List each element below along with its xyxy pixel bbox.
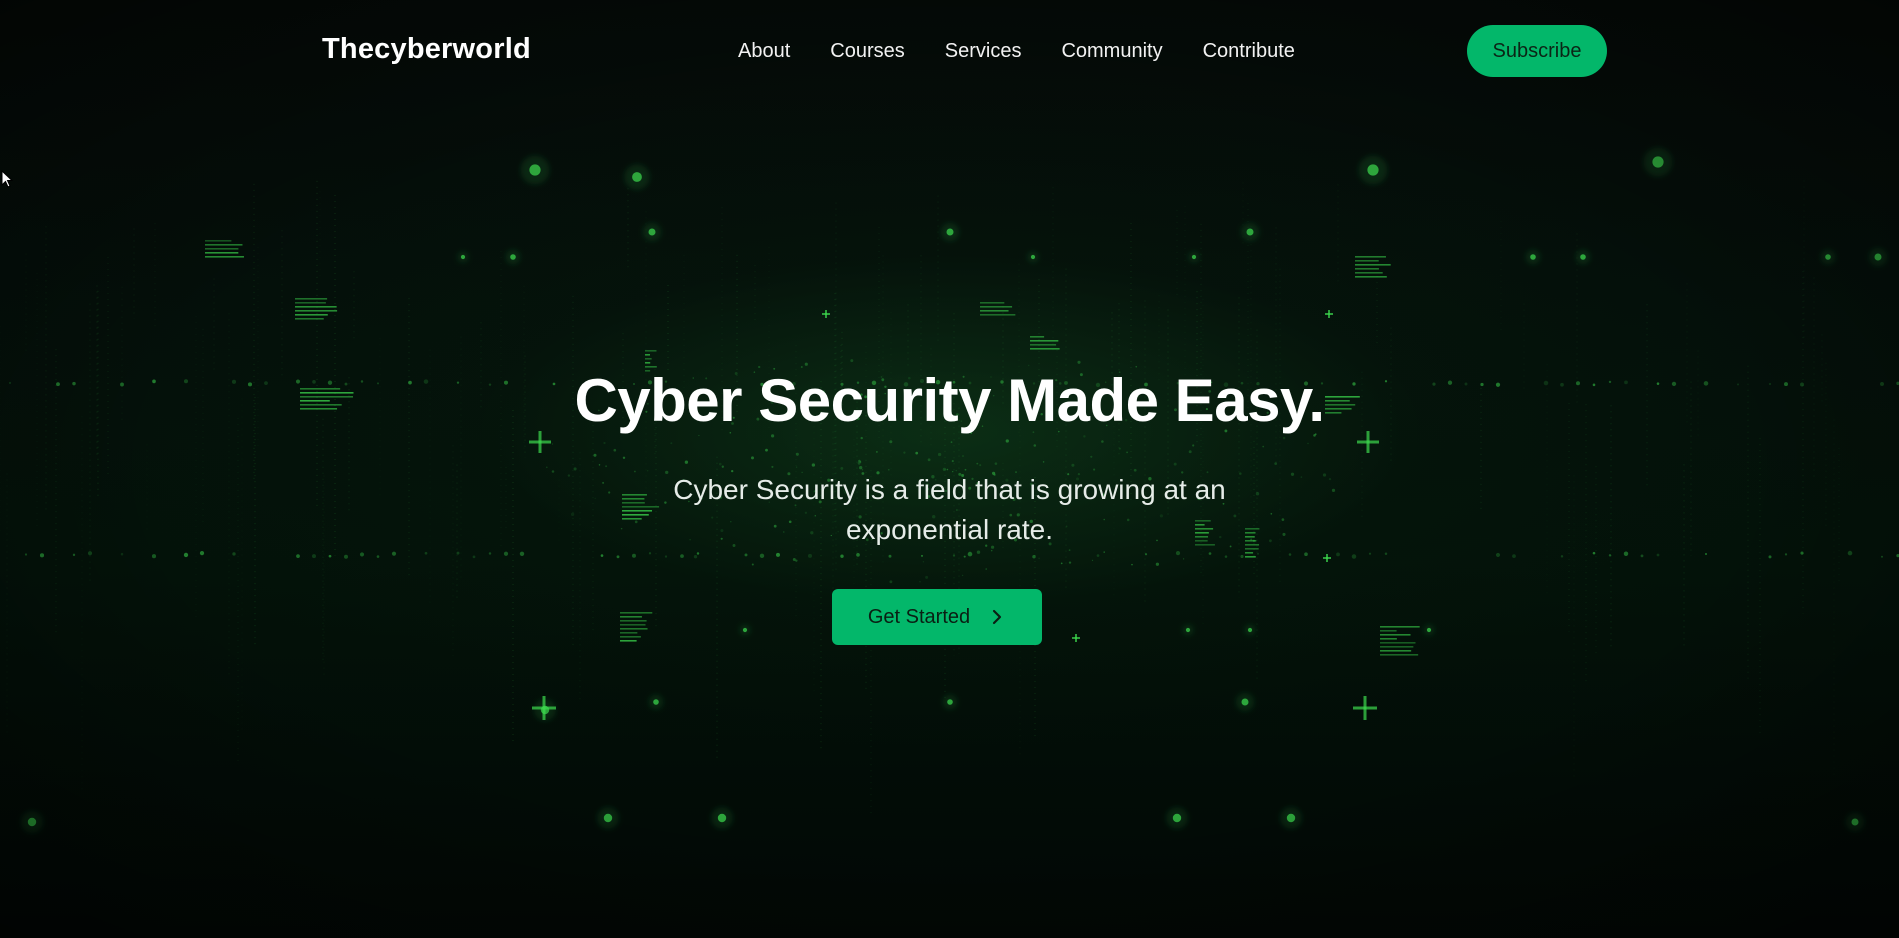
get-started-button[interactable]: Get Started (832, 589, 1042, 645)
mouse-cursor-icon (1, 170, 13, 188)
get-started-label: Get Started (867, 605, 971, 628)
nav-item-services[interactable]: Services (945, 40, 1022, 63)
background-vignette (0, 0, 1899, 938)
nav-links: About Courses Services Community Contrib… (738, 40, 1335, 63)
nav-item-contribute[interactable]: Contribute (1203, 40, 1295, 63)
hero-subtitle: Cyber Security is a field that is growin… (673, 474, 1226, 545)
nav-item-courses[interactable]: Courses (830, 40, 904, 63)
navbar: Thecyberworld About Courses Services Com… (0, 0, 1899, 104)
nav-item-about[interactable]: About (738, 40, 790, 63)
nav-item-community[interactable]: Community (1061, 40, 1162, 63)
chevron-right-icon (993, 609, 1002, 625)
background-matrix-graphic (0, 147, 1899, 833)
subscribe-button[interactable]: Subscribe (1467, 25, 1607, 77)
site-logo[interactable]: Thecyberworld (322, 33, 531, 66)
hero-title: Cyber Security Made Easy. (574, 367, 1325, 434)
page: Thecyberworld About Courses Services Com… (0, 0, 1899, 938)
